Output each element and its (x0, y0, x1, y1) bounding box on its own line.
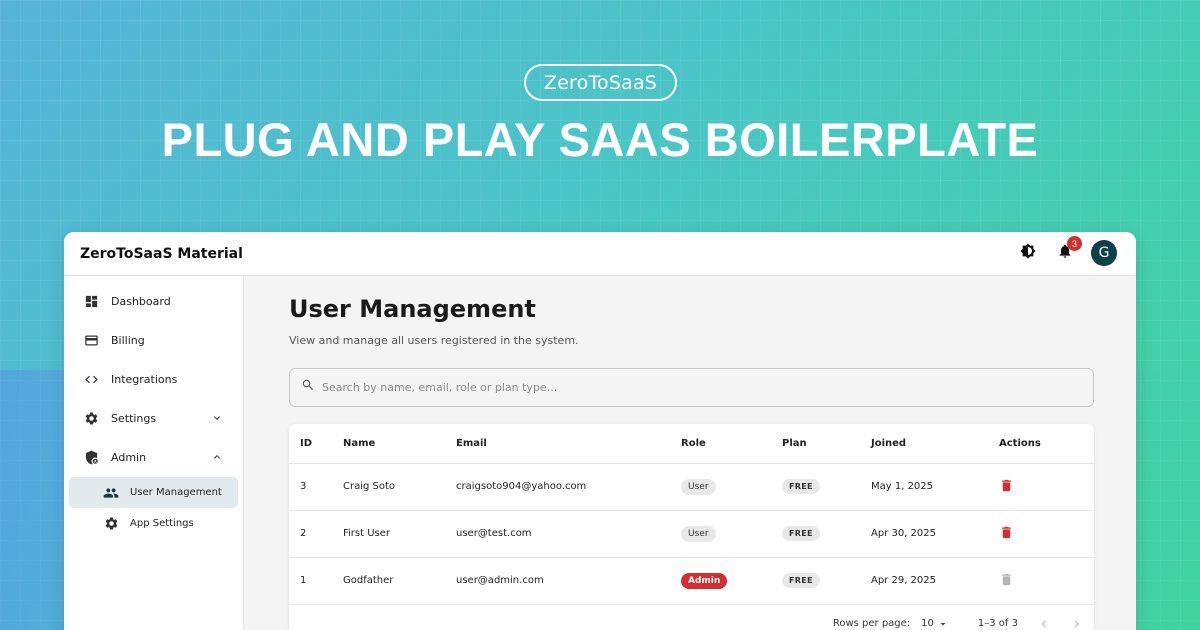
sidebar-subitem-app-settings[interactable]: App Settings (69, 508, 238, 539)
cell-joined: Apr 30, 2025 (871, 510, 988, 558)
sidebar-item-label: Integrations (111, 373, 178, 386)
trash-icon (1002, 573, 1011, 585)
column-header-name[interactable]: Name (343, 424, 456, 464)
credit-card-icon (83, 333, 99, 349)
cell-email: user@admin.com (456, 557, 681, 605)
caret-down-icon (940, 622, 946, 625)
column-header-plan[interactable]: Plan (782, 424, 871, 464)
cell-role: User (681, 463, 782, 511)
role-chip: User (681, 478, 716, 495)
chevron-right-icon (1075, 620, 1080, 627)
cell-id: 1 (289, 557, 343, 605)
next-page-button[interactable] (1070, 617, 1084, 630)
hero-title: PLUG AND PLAY SAAS BOILERPLATE (161, 113, 1039, 166)
cell-actions (988, 557, 1094, 605)
previous-page-button[interactable] (1037, 617, 1051, 630)
app-topbar: ZeroToSaaS Material 3 G (64, 232, 1136, 276)
table-row[interactable]: 2 First User user@test.com User FREE Apr… (289, 510, 1094, 558)
trash-icon (1002, 479, 1011, 491)
cell-name: Craig Soto (343, 463, 456, 511)
cell-joined: May 1, 2025 (871, 463, 988, 511)
table-pagination: Rows per page: 10 1–3 of 3 (289, 605, 1094, 630)
cell-role: Admin (681, 557, 782, 605)
sidebar-item-label: Settings (111, 412, 157, 425)
table-row[interactable]: 1 Godfather user@admin.com Admin FREE Ap… (289, 557, 1094, 605)
sidebar-item-settings[interactable]: Settings (64, 399, 243, 438)
trash-icon (1002, 526, 1011, 538)
search-icon (301, 378, 315, 397)
brightness-icon (1020, 242, 1036, 264)
brand-pill: ZeroToSaaS (524, 64, 677, 101)
plan-chip: FREE (782, 479, 820, 494)
delete-user-button[interactable] (999, 525, 1014, 540)
chevron-down-icon (211, 412, 223, 427)
cell-actions (988, 510, 1094, 558)
theme-toggle-button[interactable] (1015, 240, 1041, 266)
sidebar-subitem-label: User Management (130, 487, 222, 498)
role-chip: User (681, 525, 716, 542)
page-subtitle: View and manage all users registered in … (289, 334, 579, 347)
sidebar-item-label: Billing (111, 334, 145, 347)
gear-icon (103, 516, 119, 532)
cell-joined: Apr 29, 2025 (871, 557, 988, 605)
admin-shield-icon (83, 450, 99, 466)
column-header-id[interactable]: ID (289, 424, 343, 464)
people-icon (103, 485, 119, 501)
cell-plan: FREE (782, 557, 871, 605)
rows-per-page-value: 10 (921, 618, 934, 629)
cell-name: First User (343, 510, 456, 558)
cell-name: Godfather (343, 557, 456, 605)
users-table: ID Name Email Role Plan Joined Actions 3… (289, 424, 1094, 605)
pagination-range: 1–3 of 3 (977, 618, 1018, 629)
plan-chip: FREE (782, 526, 820, 541)
table-header-row: ID Name Email Role Plan Joined Actions (289, 424, 1094, 464)
sidebar-subitem-label: App Settings (130, 518, 194, 529)
chevron-left-icon (1041, 620, 1046, 627)
rows-per-page-label: Rows per page: (832, 618, 911, 629)
cell-actions (988, 463, 1094, 511)
dashboard-icon (83, 294, 99, 310)
cell-role: User (681, 510, 782, 558)
notifications-button[interactable]: 3 (1052, 236, 1082, 266)
notification-badge: 3 (1067, 236, 1082, 251)
code-icon (83, 372, 99, 388)
cell-id: 3 (289, 463, 343, 511)
search-input[interactable] (322, 381, 1062, 394)
search-field[interactable] (289, 368, 1094, 407)
cell-plan: FREE (782, 510, 871, 558)
sidebar-item-label: Admin (111, 451, 147, 464)
app-window: ZeroToSaaS Material 3 G Dashboard Billin… (64, 232, 1136, 630)
sidebar-item-integrations[interactable]: Integrations (64, 360, 243, 399)
cell-email: user@test.com (456, 510, 681, 558)
rows-per-page-select[interactable]: 10 (921, 618, 949, 630)
users-table-card: ID Name Email Role Plan Joined Actions 3… (289, 424, 1094, 630)
sidebar-item-dashboard[interactable]: Dashboard (64, 282, 243, 321)
cell-plan: FREE (782, 463, 871, 511)
sidebar-item-label: Dashboard (111, 295, 171, 308)
column-header-actions: Actions (988, 424, 1094, 464)
column-header-role[interactable]: Role (681, 424, 782, 464)
cell-email: craigsoto904@yahoo.com (456, 463, 681, 511)
table-row[interactable]: 3 Craig Soto craigsoto904@yahoo.com User… (289, 463, 1094, 511)
sidebar-item-billing[interactable]: Billing (64, 321, 243, 360)
topbar-actions: 3 G (1015, 236, 1117, 266)
gear-icon (83, 411, 99, 427)
main-content: User Management View and manage all user… (244, 276, 1136, 630)
user-avatar[interactable]: G (1091, 240, 1117, 266)
cell-id: 2 (289, 510, 343, 558)
column-header-joined[interactable]: Joined (871, 424, 988, 464)
delete-user-button[interactable] (999, 478, 1014, 493)
role-chip: Admin (681, 572, 728, 589)
app-title: ZeroToSaaS Material (80, 245, 243, 262)
chevron-up-icon (211, 451, 223, 466)
plan-chip: FREE (782, 573, 820, 588)
sidebar: Dashboard Billing Integrations Settings (64, 276, 244, 630)
sidebar-item-admin[interactable]: Admin (64, 438, 243, 477)
page-title: User Management (289, 295, 536, 323)
sidebar-subitem-user-management[interactable]: User Management (69, 477, 238, 508)
delete-user-button-disabled (999, 572, 1014, 587)
column-header-email[interactable]: Email (456, 424, 681, 464)
